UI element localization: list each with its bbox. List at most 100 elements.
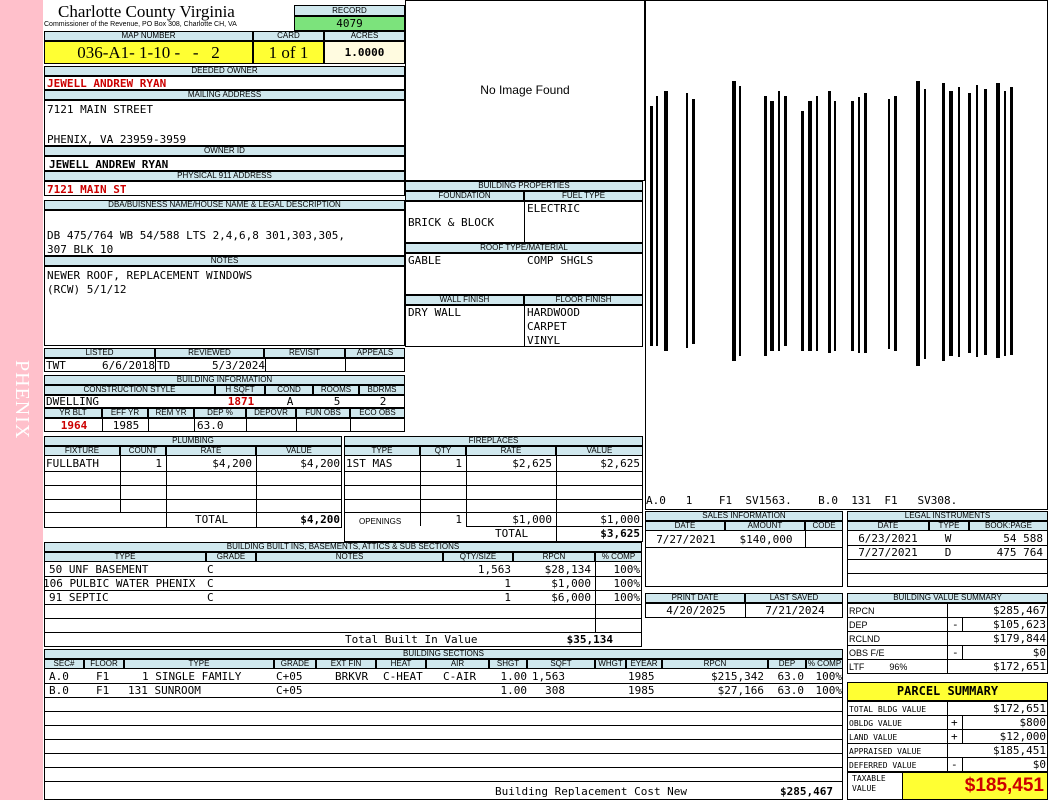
legal-row1-date: 6/23/2021 — [858, 532, 918, 545]
parcel-deferred-label: DEFERRED VALUE — [849, 761, 917, 770]
fireplaces-col-rate: RATE — [466, 447, 556, 456]
plumbing-col-rate: RATE — [166, 447, 256, 456]
section-a-type: 1 SINGLE FAMILY — [142, 670, 242, 683]
foundation-box: BRICK & BLOCK ELECTRIC — [405, 201, 643, 243]
plumbing-col-count: COUNT — [120, 447, 166, 456]
notes-label: NOTES — [44, 256, 405, 266]
notes-box: NEWER ROOF, REPLACEMENT WINDOWS (RCW) 5/… — [44, 266, 405, 346]
builtin-row3-type: 91 SEPTIC — [49, 591, 109, 604]
taxable-label: TAXABLE VALUE — [852, 774, 886, 793]
construction-style-value: DWELLING — [46, 395, 99, 408]
sections-col-air: AIR — [426, 660, 489, 669]
section-b-comp: 100% — [815, 684, 843, 697]
builtins-col-notes: NOTES — [256, 553, 443, 562]
legal-line-1: DB 475/764 WB 54/588 LTS 2,4,6,8 301,303… — [47, 229, 346, 242]
builtin-row2-rpcn: $1,000 — [551, 577, 591, 590]
legal-col-bookpage: BOOK:PAGE — [969, 522, 1047, 531]
plumbing-table: FIXTURE COUNT RATE VALUE FULLBATH 1 $4,2… — [44, 446, 342, 528]
builtins-col-rpcn: RPCN — [513, 553, 595, 562]
sections-col-comp: % COMP — [806, 659, 842, 669]
sections-col-dep: DEP — [768, 660, 806, 669]
vs-ltf-label: LTF 96% — [849, 662, 908, 672]
plumbing-fixture: FULLBATH — [46, 457, 99, 470]
depovr-label: DEPOVR — [246, 408, 296, 418]
no-image-text: No Image Found — [480, 83, 570, 97]
sections-col-extfin: EXT FIN — [316, 660, 376, 669]
builtins-total: $35,134 — [566, 633, 613, 646]
record-label: RECORD — [294, 5, 405, 16]
sections-col-rpcn: RPCN — [662, 660, 768, 669]
builtin-row1-type: 50 UNF BASEMENT — [49, 563, 149, 576]
fireplaces-label: FIREPLACES — [344, 436, 643, 446]
builtin-row2-grade: C — [207, 577, 214, 590]
bdrms-label: BDRMS — [359, 385, 405, 395]
sections-col-type: TYPE — [124, 660, 274, 669]
deeded-owner-label: DEEDED OWNER — [44, 66, 405, 76]
legal-instruments-table: DATE TYPE BOOK:PAGE 6/23/2021 W 54 588 7… — [847, 521, 1048, 587]
taxable-value-row: TAXABLE VALUE $185,451 — [847, 772, 1048, 800]
sale-date: 7/27/2021 — [656, 533, 716, 546]
sales-info-label: SALES INFORMATION — [645, 511, 843, 521]
builtins-table: TYPE GRADE NOTES QTY/SIZE RPCN % COMP 50… — [44, 552, 642, 647]
roof-box: GABLE COMP SHGLS — [405, 253, 643, 295]
hsqft-label: H SQFT — [215, 385, 265, 395]
ecoobs-label: ECO OBS — [350, 408, 405, 418]
section-a-shgt: 1.00 — [500, 670, 528, 683]
print-date-label: PRINT DATE — [645, 593, 745, 603]
sections-col-whgt: WHGT — [595, 660, 626, 669]
mailing-line-1: 7121 MAIN STREET — [47, 103, 153, 116]
section-b-eyear: 1985 — [628, 684, 655, 697]
acres-label: ACRES — [324, 31, 405, 41]
section-a-comp: 100% — [815, 670, 843, 683]
revisit-label: REVISIT — [264, 348, 345, 358]
fireplace-rate: $2,625 — [512, 457, 552, 470]
dates-row: 4/20/2025 7/21/2024 — [645, 603, 843, 618]
floor-finish-2: CARPET — [527, 320, 567, 333]
wall-finish-label: WALL FINISH — [405, 295, 524, 305]
value-summary-label: BUILDING VALUE SUMMARY — [847, 593, 1048, 603]
section-a-sec: A.0 — [49, 670, 69, 683]
notes-line-2: (RCW) 5/1/12 — [47, 283, 127, 296]
section-b-sqft: 308 — [545, 684, 565, 697]
fuel-type-value: ELECTRIC — [527, 202, 580, 215]
plumbing-total: $4,200 — [300, 513, 340, 526]
builtin-row1-grade: C — [207, 563, 214, 576]
effyr-label: EFF YR — [102, 408, 148, 418]
funobs-label: FUN OBS — [296, 408, 350, 418]
foundation-label: FOUNDATION — [405, 191, 524, 201]
rooms-label: ROOMS — [313, 385, 359, 395]
builtins-label: BUILDING BUILT INS, BASEMENTS, ATTICS & … — [44, 542, 642, 552]
builtin-row1-rpcn: $28,134 — [544, 563, 591, 576]
year-values-row: 1964 1985 63.0 — [44, 418, 405, 432]
deeded-owner-box: JEWELL ANDREW RYAN — [44, 76, 405, 90]
section-b-shgt: 1.00 — [500, 684, 528, 697]
brcn-label: Building Replacement Cost New — [495, 785, 688, 798]
building-sections-label: BUILDING SECTIONS — [44, 649, 843, 659]
owner-id-value: JEWELL ANDREW RYAN — [49, 158, 169, 171]
parcel-appraised-value: $185,451 — [993, 744, 1046, 757]
reviewed-by: TD — [157, 359, 171, 372]
vs-rclnd-value: $179,844 — [993, 632, 1046, 645]
section-b-dep: 63.0 — [777, 684, 805, 697]
builtin-row2-type: 106 PULBIC WATER PHENIX — [44, 577, 196, 590]
hsqft-value: 1871 — [227, 395, 255, 408]
legal-row2-bookpage: 475 764 — [996, 546, 1043, 559]
finish-box: DRY WALL HARDWOOD CARPET VINYL — [405, 305, 643, 347]
section-b-type: 131 SUNROOM — [128, 684, 201, 697]
listed-date: 6/6/2018 — [102, 359, 155, 372]
builtin-row2-comp: 100% — [613, 577, 641, 590]
section-a-extfin: BRKVR — [335, 670, 369, 683]
sections-col-sqft: SQFT — [527, 660, 595, 669]
reviewed-label: REVIEWED — [155, 348, 264, 358]
card-value: 1 of 1 — [253, 41, 324, 64]
appeals-label: APPEALS — [345, 348, 405, 358]
sketch-caption: A.0 1 F1 SV1563. B.0 131 F1 SV308. — [646, 494, 958, 507]
legal-col-type: TYPE — [929, 522, 969, 531]
floor-finish-3: VINYL — [527, 334, 561, 347]
legal-line-2: 307 BLK 10 — [47, 243, 114, 256]
section-a-sqft: 1,563 — [531, 670, 565, 683]
fireplaces-col-qty: QTY — [420, 447, 466, 456]
notes-line-1: NEWER ROOF, REPLACEMENT WINDOWS — [47, 269, 253, 282]
header: Charlotte County Virginia Commissioner o… — [44, 0, 294, 31]
section-a-eyear: 1985 — [628, 670, 655, 683]
